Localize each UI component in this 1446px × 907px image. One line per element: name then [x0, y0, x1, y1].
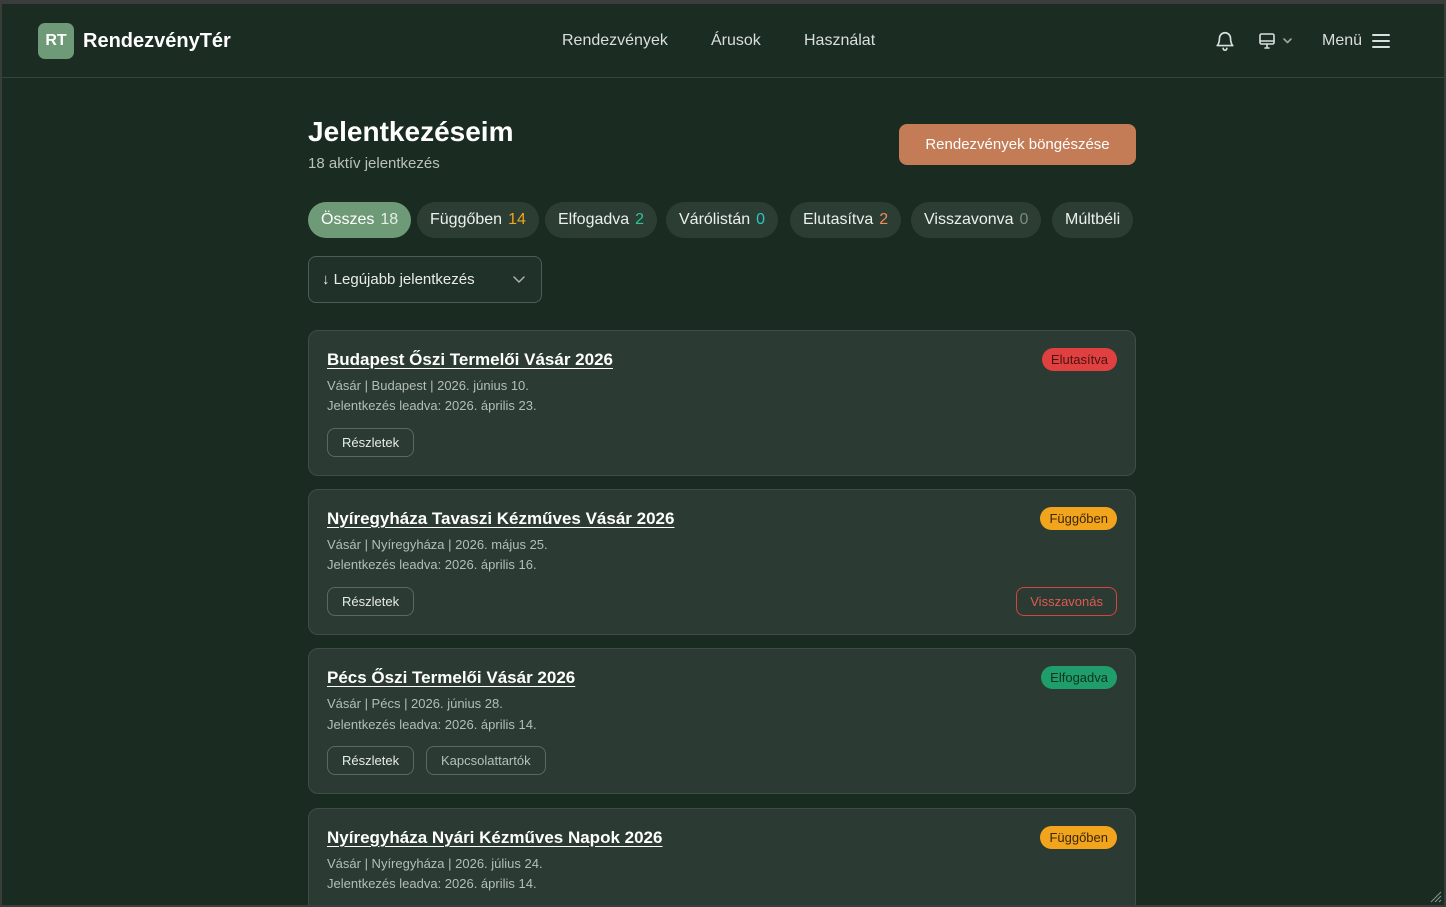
withdraw-button[interactable]: Visszavonás	[1016, 587, 1117, 616]
event-title-link[interactable]: Pécs Őszi Termelői Vásár 2026	[327, 668, 575, 688]
tab-label: Függőben	[430, 211, 503, 228]
tab-label: Összes	[321, 211, 375, 228]
resize-grip-icon[interactable]	[1430, 891, 1442, 903]
event-title-link[interactable]: Nyíregyháza Tavaszi Kézműves Vásár 2026	[327, 509, 674, 529]
application-card: Pécs Őszi Termelői Vásár 2026 Vásár | Pé…	[308, 648, 1136, 794]
logo-initials: RT	[45, 32, 67, 49]
menu-label[interactable]: Menü	[1322, 32, 1362, 50]
tab-all[interactable]: Összes 18	[308, 202, 412, 238]
tab-count: 14	[508, 211, 526, 228]
nav-usage[interactable]: Használat	[804, 32, 875, 50]
status-tabs: Összes 18 Függőben 14 Elfogadva 2 Váróli…	[308, 202, 1136, 238]
submitted-date: Jelentkezés leadva: 2026. április 16.	[327, 557, 537, 572]
monitor-icon[interactable]	[1258, 31, 1298, 51]
tab-count: 0	[1019, 211, 1029, 228]
submitted-date: Jelentkezés leadva: 2026. április 14.	[327, 717, 537, 732]
nav-vendors[interactable]: Árusok	[711, 32, 761, 50]
tab-label: Múltbéli	[1065, 211, 1121, 228]
tab-past[interactable]: Múltbéli	[1052, 202, 1134, 238]
contacts-button[interactable]: Kapcsolattartók	[426, 746, 546, 775]
submitted-date: Jelentkezés leadva: 2026. április 14.	[327, 876, 537, 891]
tab-count: 2	[635, 211, 645, 228]
sort-select[interactable]: ↓ Legújabb jelentkezés	[308, 256, 542, 303]
tab-withdrawn[interactable]: Visszavonva 0	[911, 202, 1042, 238]
logo-mark[interactable]: RT	[38, 23, 74, 59]
top-bar: RT RendezvényTér Rendezvények Árusok Has…	[2, 4, 1444, 78]
tab-label: Elutasítva	[803, 211, 874, 228]
sort-label: ↓ Legújabb jelentkezés	[322, 271, 475, 288]
details-button[interactable]: Részletek	[327, 587, 415, 616]
event-meta: Vásár | Budapest | 2026. június 10.	[327, 378, 529, 393]
page-subtitle: 18 aktív jelentkezés	[308, 155, 440, 172]
tab-count: 18	[380, 211, 399, 228]
nav-events[interactable]: Rendezvények	[562, 32, 668, 50]
chevron-down-icon	[513, 276, 525, 283]
event-meta: Vásár | Nyíregyháza | 2026. május 25.	[327, 537, 548, 552]
bell-icon[interactable]	[1214, 30, 1236, 52]
page-title: Jelentkezéseim	[308, 116, 514, 147]
application-card: Nyíregyháza Tavaszi Kézműves Vásár 2026 …	[308, 489, 1136, 635]
application-card: Nyíregyháza Nyári Kézműves Napok 2026 Vá…	[308, 808, 1136, 907]
status-badge: Függőben	[1040, 507, 1117, 530]
submitted-date: Jelentkezés leadva: 2026. április 23.	[327, 398, 537, 413]
details-button[interactable]: Részletek	[327, 428, 415, 457]
status-badge: Függőben	[1040, 826, 1117, 849]
tab-count: 2	[879, 211, 889, 228]
hamburger-icon[interactable]	[1371, 32, 1391, 50]
status-badge: Elfogadva	[1041, 666, 1117, 689]
brand-name[interactable]: RendezvényTér	[83, 30, 231, 53]
event-title-link[interactable]: Budapest Őszi Termelői Vásár 2026	[327, 350, 613, 370]
tab-label: Várólistán	[679, 211, 751, 228]
tab-accepted[interactable]: Elfogadva 2	[545, 202, 658, 238]
tab-label: Elfogadva	[558, 211, 630, 228]
status-badge: Elutasítva	[1041, 348, 1117, 371]
event-title-link[interactable]: Nyíregyháza Nyári Kézműves Napok 2026	[327, 828, 662, 848]
application-card: Budapest Őszi Termelői Vásár 2026 Vásár …	[308, 330, 1136, 476]
tab-waitlist[interactable]: Várólistán 0	[666, 202, 779, 238]
browse-events-button[interactable]: Rendezvények böngészése	[899, 124, 1136, 165]
details-button[interactable]: Részletek	[327, 746, 415, 775]
tab-pending[interactable]: Függőben 14	[417, 202, 539, 238]
tab-rejected[interactable]: Elutasítva 2	[790, 202, 902, 238]
event-meta: Vásár | Pécs | 2026. június 28.	[327, 696, 503, 711]
tab-count: 0	[756, 211, 766, 228]
tab-label: Visszavonva	[924, 211, 1014, 228]
event-meta: Vásár | Nyíregyháza | 2026. július 24.	[327, 856, 543, 871]
